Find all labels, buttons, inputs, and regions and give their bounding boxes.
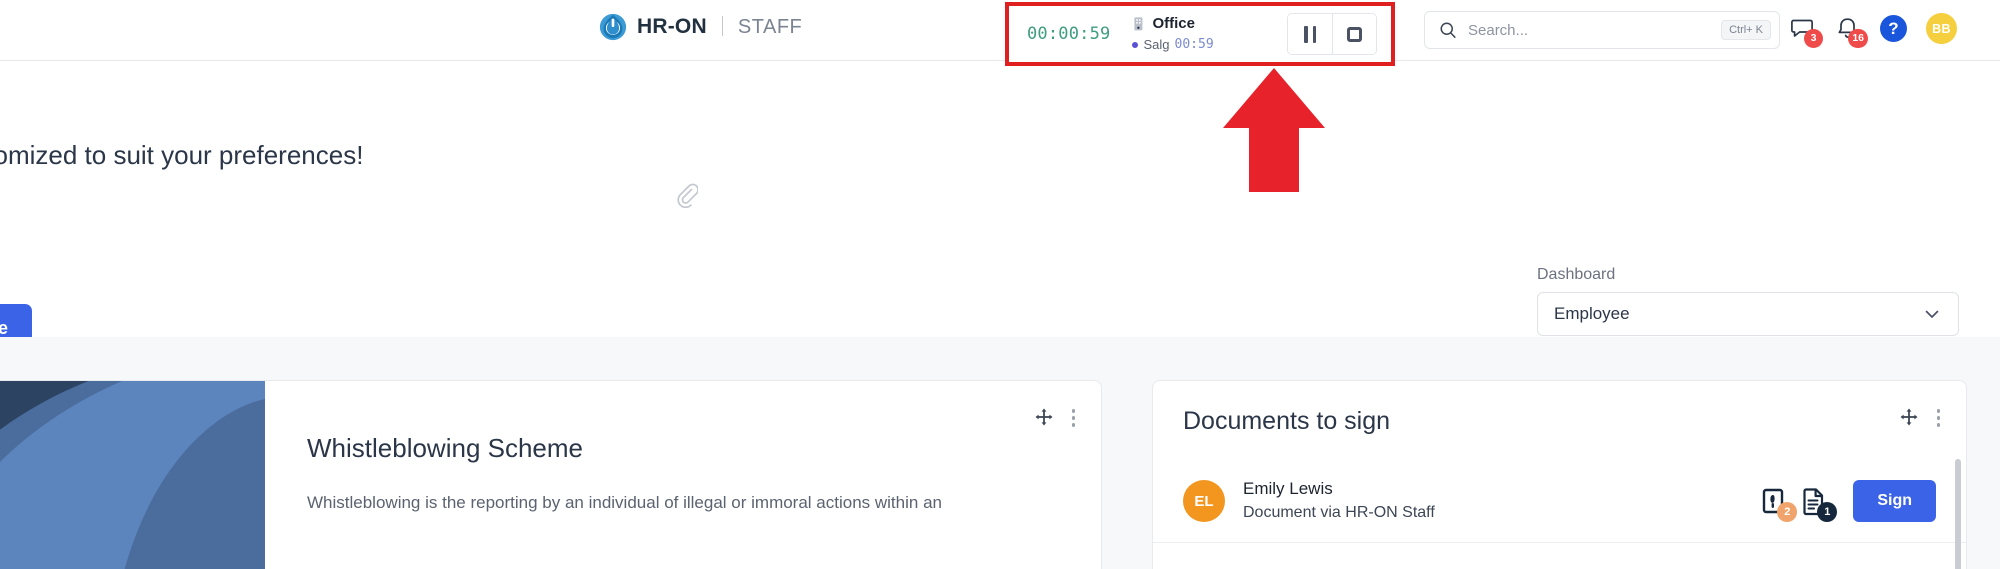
signature-count-indicator[interactable]: 2 xyxy=(1759,486,1798,522)
dashboard-select-value: Employee xyxy=(1554,304,1630,323)
documents-card-header: Documents to sign xyxy=(1153,381,1966,436)
whistleblowing-card-menu-button[interactable] xyxy=(1071,407,1075,427)
document-icon-group: 2 1 xyxy=(1759,486,1838,522)
time-tracker-widget: 00:00:59 Office Salg 00:59 xyxy=(1009,6,1391,62)
brand-logo[interactable]: HR-ON STAFF xyxy=(598,12,802,42)
documents-card-menu-button[interactable] xyxy=(1936,407,1940,427)
document-sender-avatar: EL xyxy=(1183,480,1225,522)
timer-subtask-row: Salg 00:59 xyxy=(1132,37,1252,53)
search-shortcut-hint: Ctrl+ K xyxy=(1721,20,1771,40)
messages-badge: 3 xyxy=(1804,28,1823,48)
notifications-button[interactable]: 16 xyxy=(1835,16,1868,48)
dashboard-widgets-area: Whistleblowing Scheme Whistleblowing is … xyxy=(0,337,2000,569)
document-count-indicator[interactable]: 1 xyxy=(1799,486,1838,522)
document-count-badge: 1 xyxy=(1817,502,1838,522)
stop-icon xyxy=(1347,26,1362,42)
move-handle-icon[interactable] xyxy=(1899,407,1919,427)
timer-stop-button[interactable] xyxy=(1332,14,1376,54)
timer-controls xyxy=(1287,13,1377,55)
welcome-hero-section: can be built and customized to suit your… xyxy=(0,61,2000,352)
documents-card-scrollbar[interactable] xyxy=(1955,459,1961,569)
dashboard-select[interactable]: Employee xyxy=(1537,292,1959,336)
documents-to-sign-card: Documents to sign EL Emily Lewis Documen… xyxy=(1152,380,1967,569)
timer-subtask-time: 00:59 xyxy=(1174,37,1214,52)
timer-elapsed: 00:00:59 xyxy=(1027,24,1111,44)
whistleblowing-card-artwork xyxy=(0,381,265,569)
timer-task-title-row: Office xyxy=(1132,15,1252,33)
annotation-arrow-icon xyxy=(1223,68,1325,192)
dashboard-selector-label: Dashboard xyxy=(1537,266,1616,283)
sign-button-label: Sign xyxy=(1877,492,1912,509)
document-source-label: Document via HR-ON Staff xyxy=(1243,504,1435,521)
whistleblowing-card: Whistleblowing Scheme Whistleblowing is … xyxy=(0,380,1102,569)
header-icon-group: 3 16 ? BB xyxy=(1790,13,1957,48)
hero-cta-label: loyee xyxy=(0,317,9,338)
document-list-item[interactable]: EL Emily Lewis Document via HR-ON Staff … xyxy=(1153,460,1966,543)
messages-button[interactable]: 3 xyxy=(1790,16,1823,48)
brand-divider xyxy=(721,16,723,36)
question-mark-icon: ? xyxy=(1888,18,1899,38)
whistleblowing-card-tools xyxy=(1034,407,1075,427)
hron-drop-logo-icon xyxy=(599,13,627,41)
chevron-down-icon xyxy=(1925,310,1939,318)
timer-task-name: Office xyxy=(1152,15,1195,32)
documents-card-tools xyxy=(1899,407,1940,427)
help-button[interactable]: ? xyxy=(1880,15,1907,42)
kebab-menu-icon xyxy=(1071,409,1075,413)
timer-pause-button[interactable] xyxy=(1288,14,1332,54)
dashboard-selector-group: Dashboard Employee xyxy=(1537,266,1959,336)
subtask-dot-icon xyxy=(1132,42,1139,48)
move-handle-icon[interactable] xyxy=(1034,407,1054,427)
kebab-menu-icon xyxy=(1936,409,1940,413)
whistleblowing-card-title: Whistleblowing Scheme xyxy=(307,433,584,463)
document-sender-name: Emily Lewis xyxy=(1243,479,1333,498)
signature-count-badge: 2 xyxy=(1777,502,1798,522)
app-root: HR-ON STAFF Ctrl+ K 3 xyxy=(0,0,2000,569)
notifications-badge: 16 xyxy=(1848,28,1868,48)
top-navigation-bar: HR-ON STAFF Ctrl+ K 3 xyxy=(0,0,2000,66)
timer-task-info: Office Salg 00:59 xyxy=(1132,15,1252,53)
search-input[interactable] xyxy=(1468,21,1722,39)
whistleblowing-card-description: Whistleblowing is the reporting by an in… xyxy=(307,493,942,512)
document-meta: Emily Lewis Document via HR-ON Staff xyxy=(1243,478,1435,524)
search-icon xyxy=(1440,22,1456,38)
paperclip-icon[interactable] xyxy=(676,182,698,208)
brand-name: HR-ON STAFF xyxy=(637,12,802,42)
brand-name-text: HR-ON xyxy=(637,15,707,38)
building-icon xyxy=(1134,17,1143,31)
sign-document-button[interactable]: Sign xyxy=(1853,480,1936,522)
user-avatar-initials: BB xyxy=(1932,21,1951,36)
avatar-initials: EL xyxy=(1194,492,1214,510)
pause-icon xyxy=(1304,25,1308,43)
hero-headline: can be built and customized to suit your… xyxy=(0,140,364,170)
documents-card-title: Documents to sign xyxy=(1183,407,1391,435)
brand-product-text: STAFF xyxy=(737,16,803,38)
time-tracker-widget-highlight: 00:00:59 Office Salg 00:59 xyxy=(1005,2,1395,66)
arc-decoration-icon xyxy=(0,381,265,569)
timer-subtask-label: Salg xyxy=(1143,37,1170,52)
whistleblowing-card-body: Whistleblowing Scheme Whistleblowing is … xyxy=(265,381,1101,569)
user-avatar[interactable]: BB xyxy=(1926,13,1957,44)
search-bar[interactable]: Ctrl+ K xyxy=(1424,11,1780,49)
